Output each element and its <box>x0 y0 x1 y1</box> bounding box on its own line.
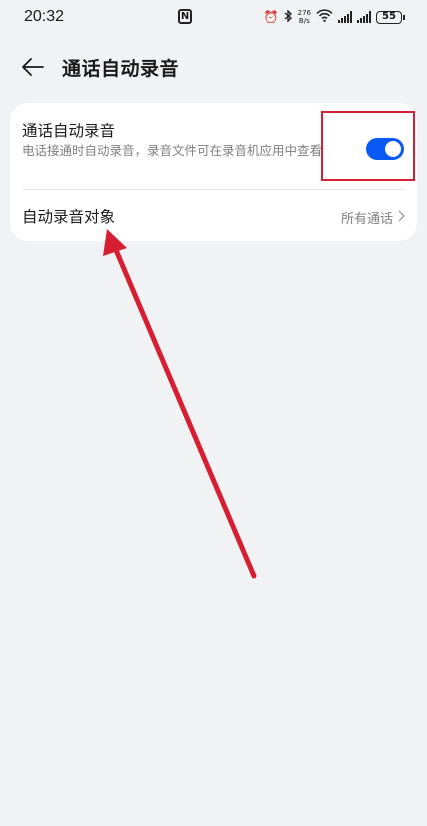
annotation-arrow <box>103 229 257 579</box>
screen: 20:32 N ⏰ 276 B/s 55 通话自动录音 通话自动录音 电话接通时… <box>0 0 427 826</box>
